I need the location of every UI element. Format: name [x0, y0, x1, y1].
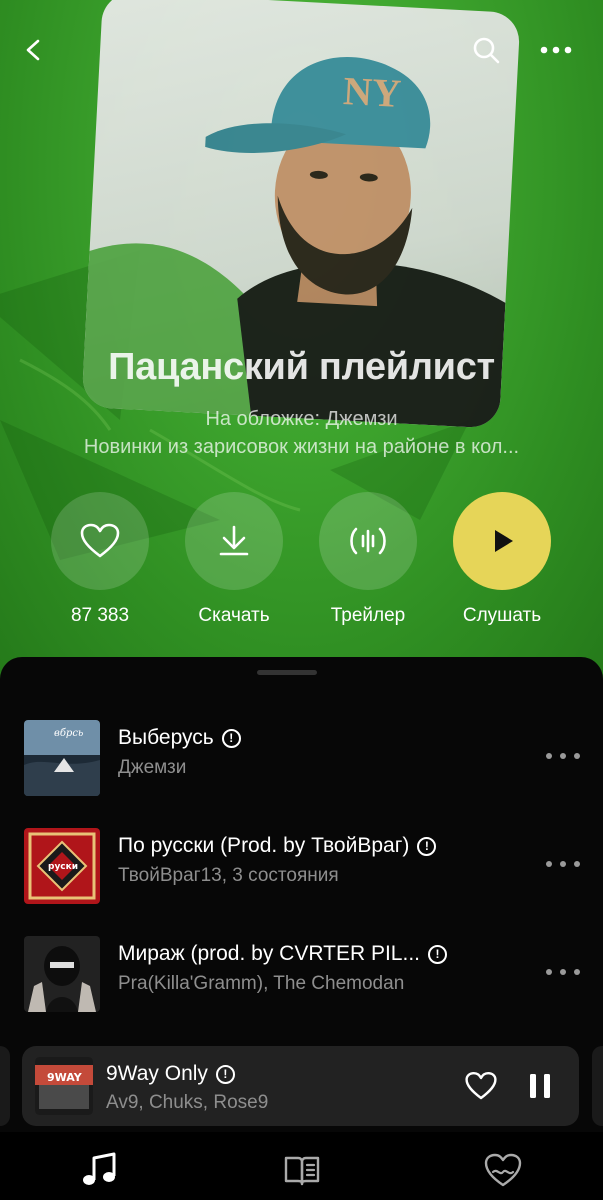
track-row[interactable]: руски По русски (Prod. by ТвойВраг)! Тво…: [0, 821, 603, 911]
cover-credit: На обложке: Джемзи: [205, 408, 398, 430]
track-title: Мираж (prod. by CVRTER PIL...!: [118, 942, 447, 966]
more-options-button[interactable]: [536, 30, 576, 70]
trailer-button[interactable]: [319, 492, 417, 590]
tab-music[interactable]: [80, 1150, 120, 1190]
prev-card-edge[interactable]: [0, 1046, 10, 1126]
play-icon: [495, 530, 513, 552]
track-more-button[interactable]: [546, 741, 580, 771]
more-horizontal-icon: [540, 46, 572, 54]
sheet-grabber[interactable]: [257, 670, 317, 675]
play-button[interactable]: [453, 492, 551, 590]
svg-text:руски: руски: [48, 862, 78, 872]
svg-text:вбрсь: вбрсь: [54, 728, 83, 739]
svg-text:9WAY: 9WAY: [47, 1071, 83, 1084]
track-cover: [24, 936, 100, 1012]
likes-count: 87 383: [70, 605, 130, 626]
listen-action[interactable]: Слушать: [447, 492, 557, 627]
trailer-icon: [350, 527, 386, 555]
svg-text:NY: NY: [342, 68, 402, 116]
track-title: По русски (Prod. by ТвойВраг)!: [118, 834, 437, 858]
book-icon: [284, 1156, 320, 1186]
track-artist[interactable]: ТвойВраг13, 3 состояния: [118, 865, 339, 887]
download-action[interactable]: Скачать: [179, 492, 289, 627]
track-cover: вбрсь: [24, 720, 100, 796]
playlist-header: NY Пацанский плейлист На обложке: Джемзи…: [0, 0, 603, 680]
like-button[interactable]: [462, 1068, 500, 1104]
heart-icon: [80, 523, 120, 558]
download-icon: [219, 525, 249, 556]
tab-library[interactable]: [282, 1150, 322, 1190]
heart-wave-icon: [484, 1153, 522, 1187]
trailer-action[interactable]: Трейлер: [313, 492, 423, 627]
track-row[interactable]: вбрсь Выберусь! Джемзи: [0, 713, 603, 803]
music-note-icon: [83, 1152, 116, 1185]
download-label: Скачать: [198, 605, 270, 626]
explicit-icon: !: [221, 729, 241, 748]
search-button[interactable]: [466, 30, 506, 70]
chevron-left-icon: [26, 39, 40, 61]
track-cover: руски: [24, 828, 100, 904]
track-artist[interactable]: Pra(Killa'Gramm), The Chemodan: [118, 973, 404, 995]
search-icon: [473, 37, 500, 64]
track-title: Выберусь!: [118, 726, 241, 750]
tab-collection[interactable]: [483, 1150, 523, 1190]
download-button[interactable]: [185, 492, 283, 590]
now-playing-bar[interactable]: 9WAY 9Way Only! Av9, Chuks, Rose9: [22, 1046, 579, 1126]
listen-label: Слушать: [462, 605, 542, 626]
like-action[interactable]: 87 383: [45, 492, 155, 627]
like-button[interactable]: [51, 492, 149, 590]
track-row[interactable]: Мираж (prod. by CVRTER PIL...! Pra(Killa…: [0, 929, 603, 1019]
playlist-title: Пацанский плейлист: [108, 346, 495, 388]
track-more-button[interactable]: [546, 849, 580, 879]
track-artist[interactable]: Джемзи: [118, 757, 186, 779]
bottom-tab-bar: [0, 1132, 603, 1200]
now-playing-artists: Av9, Chuks, Rose9: [106, 1092, 269, 1113]
now-playing-title: 9Way Only!: [106, 1062, 235, 1086]
track-more-button[interactable]: [546, 957, 580, 987]
explicit-icon: !: [417, 837, 437, 856]
back-button[interactable]: [14, 30, 54, 70]
pause-button[interactable]: [522, 1068, 558, 1104]
trailer-label: Трейлер: [330, 605, 406, 626]
pause-icon: [530, 1074, 550, 1098]
explicit-icon: !: [215, 1065, 235, 1084]
explicit-icon: !: [428, 945, 447, 964]
playlist-description[interactable]: Новинки из зарисовок жизни на районе в к…: [40, 436, 563, 459]
now-playing-cover: 9WAY: [35, 1057, 93, 1115]
next-card-edge[interactable]: [592, 1046, 603, 1126]
heart-icon: [465, 1071, 497, 1100]
